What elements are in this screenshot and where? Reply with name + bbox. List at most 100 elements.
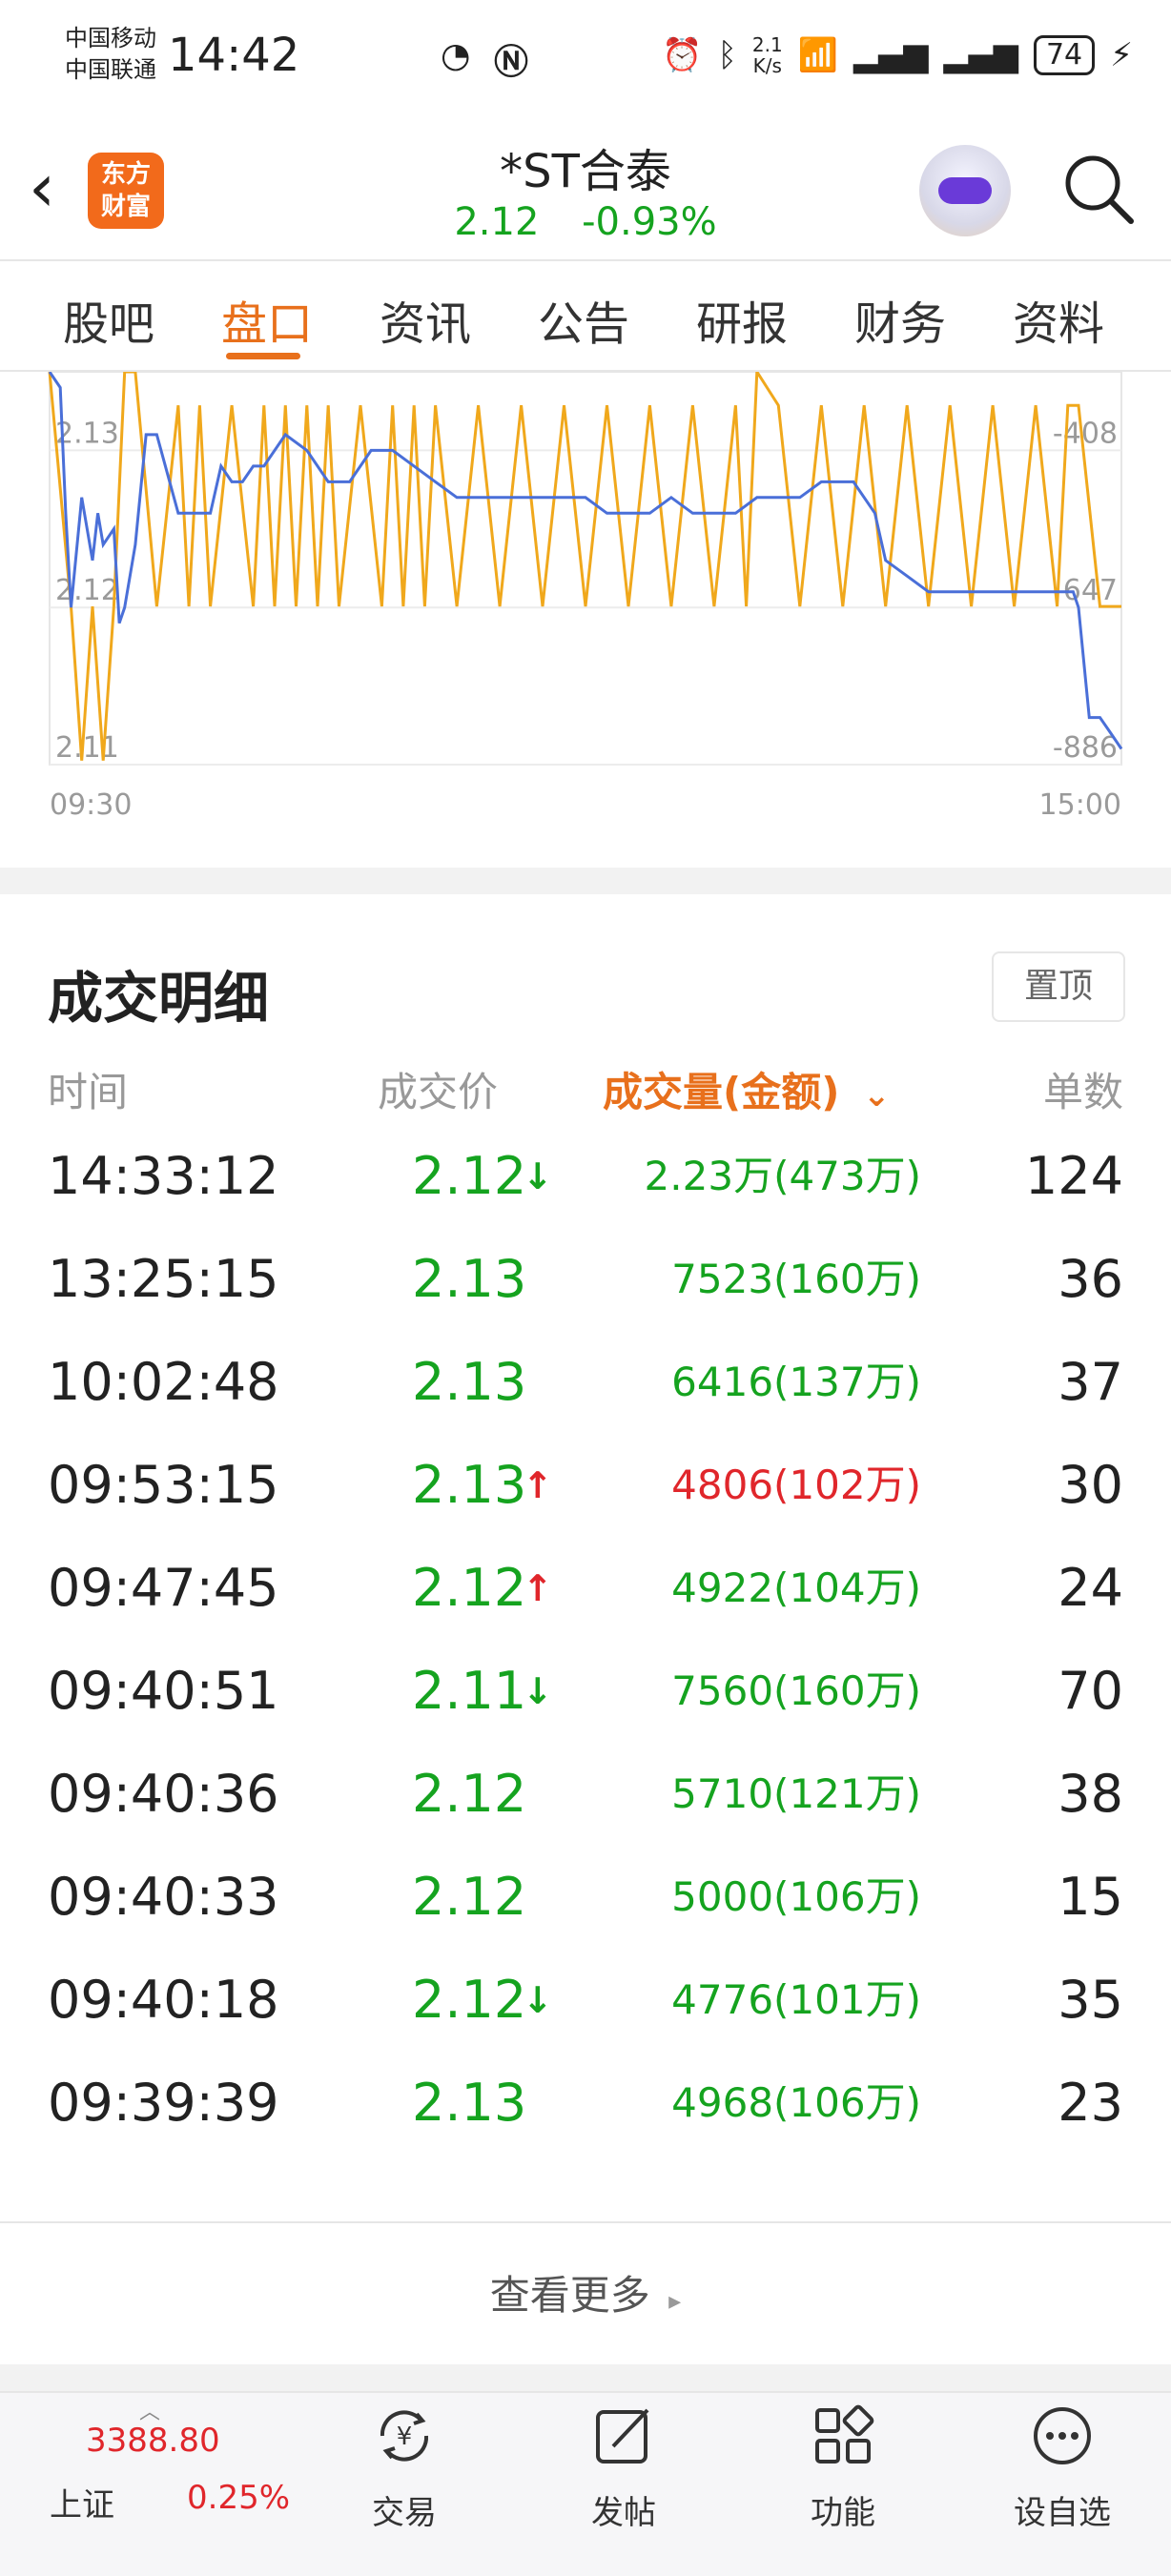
col-count[interactable]: 单数 [1043, 1060, 1123, 1118]
tab-guba[interactable]: 股吧 [63, 286, 154, 353]
caret-right-icon: ▸ [668, 2287, 682, 2316]
carrier-info: 中国移动 中国联通 [65, 23, 156, 86]
carrier-1: 中国移动 [65, 25, 156, 51]
arrow-up-icon: ↑ [523, 1464, 553, 1506]
nav-trade[interactable]: ¥ 交易 [338, 2402, 471, 2533]
x-tick-label: 15:00 [1039, 788, 1121, 822]
signal-4g-icon: ▂▄▆ [853, 36, 929, 74]
trade-count: 30 [1058, 1455, 1123, 1515]
trade-count: 15 [1058, 1867, 1123, 1927]
bluetooth-icon: ᛒ [717, 36, 737, 74]
search-icon[interactable] [1060, 151, 1137, 227]
section-separator-2 [0, 2364, 1171, 2391]
signal-4g-2-icon: ▂▄▆ [943, 36, 1018, 74]
table-row[interactable]: 14:33:12 2.12 ↓ 2.23万(473万) 124 [0, 1125, 1171, 1228]
header-divider [0, 259, 1171, 261]
col-volume-label: 成交量(金额) [603, 1069, 840, 1115]
tab-pankou[interactable]: 盘口 [221, 286, 313, 353]
trade-price: 2.12 [412, 1146, 527, 1206]
trade-volume: 7560(160万) [671, 1667, 921, 1714]
trade-volume: 4968(106万) [671, 2079, 921, 2126]
intraday-chart[interactable]: 2.132.122.11 -408-647-886 09:30 15:00 [0, 372, 1171, 829]
status-time: 14:42 [168, 29, 300, 82]
tab-finance[interactable]: 财务 [854, 286, 946, 353]
table-row[interactable]: 09:40:18 2.12 ↓ 4776(101万) 35 [0, 1949, 1171, 2052]
trade-time: 09:40:51 [48, 1661, 279, 1721]
trade-price: 2.13 [412, 2073, 527, 2133]
alarm-icon: ⏰ [662, 36, 703, 74]
nav-post[interactable]: 发帖 [557, 2402, 690, 2533]
chart-series [48, 372, 1123, 761]
table-row[interactable]: 09:40:51 2.11 ↓ 7560(160万) 70 [0, 1640, 1171, 1743]
trade-price: 2.12 [412, 1970, 527, 2030]
trade-price: 2.13 [412, 1249, 527, 1309]
nav-add-watchlist-label: 设自选 [1014, 2494, 1111, 2532]
nav-functions[interactable]: 功能 [776, 2402, 910, 2533]
y-left-tick-label: 2.12 [55, 574, 119, 607]
trade-price: 2.11 [412, 1661, 527, 1721]
trade-volume: 4776(101万) [671, 1976, 921, 2023]
chart-x-labels: 09:30 15:00 [50, 788, 1121, 822]
section-separator [0, 868, 1171, 894]
trade-volume: 5710(121万) [671, 1770, 921, 1817]
chart-frame [49, 372, 1122, 766]
functions-icon [815, 2404, 874, 2464]
speedometer-icon: ◔ [441, 36, 471, 75]
stock-change-pct: -0.93% [582, 200, 717, 244]
col-price[interactable]: 成交价 [378, 1060, 498, 1118]
charging-icon: ⚡ [1110, 36, 1133, 74]
trade-count: 35 [1058, 1970, 1123, 2030]
trade-count: 124 [1024, 1146, 1123, 1206]
svg-text:¥: ¥ [397, 2423, 413, 2451]
more-icon [1034, 2407, 1091, 2464]
pin-top-button[interactable]: 置顶 [992, 951, 1125, 1022]
trade-time: 09:40:33 [48, 1867, 279, 1927]
arrow-down-icon: ↓ [523, 1155, 553, 1197]
table-row[interactable]: 13:25:15 2.13 7523(160万) 36 [0, 1228, 1171, 1331]
tab-research[interactable]: 研报 [696, 286, 788, 353]
col-volume[interactable]: 成交量(金额) ⌄ [603, 1060, 891, 1118]
tab-profile[interactable]: 资料 [1013, 286, 1104, 353]
table-row[interactable]: 09:39:39 2.13 4968(106万) 23 [0, 2052, 1171, 2155]
nav-add-watchlist[interactable]: 设自选 [996, 2402, 1129, 2533]
trade-volume: 2.23万(473万) [644, 1153, 921, 1199]
table-row[interactable]: 09:40:33 2.12 5000(106万) 15 [0, 1846, 1171, 1949]
table-row[interactable]: 10:02:48 2.13 6416(137万) 37 [0, 1331, 1171, 1434]
carrier-2: 中国联通 [65, 56, 156, 83]
tab-announcements[interactable]: 公告 [538, 286, 629, 353]
chart-grid [49, 372, 1122, 766]
nfc-icon: Ⓝ [494, 43, 529, 82]
tab-news[interactable]: 资讯 [380, 286, 471, 353]
view-more-label: 查看更多 [489, 2272, 650, 2319]
arrow-up-icon: ↑ [523, 1567, 553, 1609]
index-name[interactable]: 上证 [50, 2479, 114, 2525]
arrow-down-icon: ↓ [523, 1979, 553, 2021]
index-value[interactable]: 3388.80 [86, 2422, 220, 2460]
table-row[interactable]: 09:40:36 2.12 5710(121万) 38 [0, 1743, 1171, 1846]
table-row[interactable]: 09:53:15 2.13 ↑ 4806(102万) 30 [0, 1434, 1171, 1537]
trade-volume: 4806(102万) [671, 1462, 921, 1508]
trade-count: 23 [1058, 2073, 1123, 2133]
price-line [48, 372, 1123, 750]
trade-count: 24 [1058, 1558, 1123, 1618]
trade-price: 2.13 [412, 1455, 527, 1515]
trade-price: 2.12 [412, 1764, 527, 1824]
view-more-button[interactable]: 查看更多 ▸ [0, 2263, 1171, 2321]
arrow-down-icon: ↓ [523, 1670, 553, 1712]
net-speed: 2.1 K/s [752, 34, 783, 76]
col-time[interactable]: 时间 [48, 1060, 128, 1118]
trade-time: 14:33:12 [48, 1146, 279, 1206]
assistant-robot-icon[interactable] [919, 145, 1011, 236]
active-tab-indicator [226, 353, 300, 359]
trade-price: 2.12 [412, 1867, 527, 1927]
post-icon [596, 2408, 649, 2464]
trade-price: 2.13 [412, 1352, 527, 1412]
net-speed-value: 2.1 [751, 33, 783, 56]
trade-volume: 4922(104万) [671, 1564, 921, 1611]
index-change-pct[interactable]: 0.25% [187, 2479, 290, 2517]
nav-trade-label: 交易 [372, 2494, 437, 2532]
battery-indicator: 74 [1033, 35, 1096, 75]
table-row[interactable]: 09:47:45 2.12 ↑ 4922(104万) 24 [0, 1537, 1171, 1640]
app-header: ‹ 东方 财富 *ST合泰 2.12 -0.93% [0, 124, 1171, 257]
trade-time: 13:25:15 [48, 1249, 279, 1309]
